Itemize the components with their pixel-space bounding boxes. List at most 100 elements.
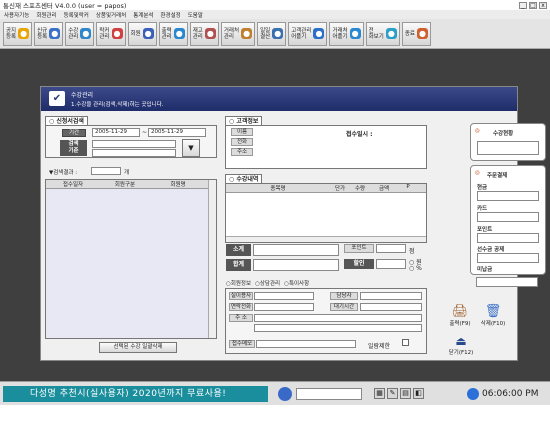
table-header: 접수일자 회원구분 회원명	[46, 180, 216, 189]
col-item-name[interactable]: 종목명	[226, 184, 330, 192]
toolbar-button-3[interactable]: 락커 관리 ●	[96, 21, 126, 46]
toolbar-label: 락커 관리	[99, 27, 110, 40]
member-tabs: ○회원정보 ○상담관리 ○특이사항	[226, 279, 309, 287]
delete-button[interactable]: 🗑 삭제(F10)	[477, 304, 509, 330]
menu-products-vendors[interactable]: 상품및거래처	[96, 11, 126, 19]
job-field[interactable]	[254, 292, 314, 300]
limit-label: 일람제한	[368, 343, 391, 350]
monitor-icon: ●	[80, 28, 92, 39]
toolbar-label: 회원	[130, 30, 141, 37]
printer-icon: 🖨	[451, 304, 469, 319]
subtotal-value	[253, 244, 339, 256]
toolbar-label: 종료	[404, 30, 415, 37]
menu-member-mgmt[interactable]: 회원관리	[36, 11, 56, 19]
clock: 06:06:00 PM	[467, 386, 547, 402]
toolbar-button-4[interactable]: 회원 ●	[127, 21, 157, 46]
date-to-field[interactable]: 2005-11-29	[148, 128, 206, 137]
people-icon: ●	[142, 28, 154, 39]
contact-field[interactable]	[254, 303, 314, 311]
cart-icon: ●	[204, 28, 216, 39]
toolbar-button-7[interactable]: 거래처 관리 ●	[220, 21, 256, 46]
limit-checkbox[interactable]	[402, 339, 409, 346]
search-button[interactable]: ▼	[182, 139, 200, 157]
job-label: 실이용자	[229, 292, 253, 300]
status-panel: ◎ 수강현황	[470, 123, 546, 161]
address-label: 주소	[231, 148, 253, 156]
tab-member-info[interactable]: ○회원정보	[226, 279, 251, 287]
menu-help[interactable]: 도움말	[188, 11, 203, 19]
date-from-field[interactable]: 2005-11-29	[92, 128, 140, 137]
member-address-detail[interactable]	[254, 324, 422, 332]
remaining-field[interactable]	[476, 277, 538, 287]
reception-memo-field[interactable]	[256, 340, 356, 348]
bulk-delete-button[interactable]: 선택된 수강 일괄삭제	[99, 342, 177, 353]
close-label: 닫기(F12)	[448, 350, 474, 356]
col-unit-price[interactable]: 단가	[330, 184, 350, 192]
note-icon[interactable]: ✎	[387, 388, 398, 399]
close-window-button[interactable]: ⏏ 닫기(F12)	[446, 334, 476, 358]
globe-icon[interactable]	[278, 387, 292, 401]
wait-label: 대기시간	[330, 303, 358, 311]
card-field[interactable]	[477, 212, 539, 222]
percent-radio[interactable]: ○ %	[409, 265, 422, 272]
reception-memo-label: 접수메모	[229, 340, 255, 348]
prepay-label: 선수금 공제	[477, 247, 505, 253]
window-header: ✔ 수강관리 1.수강을 관리(검색,삭제)하는 곳입니다.	[41, 87, 517, 111]
menu-register-locker[interactable]: 등록및락커	[64, 11, 89, 19]
points-label: 포인트	[344, 244, 374, 253]
col-member-name[interactable]: 회원명	[150, 180, 206, 188]
menu-user-functions[interactable]: 사용자기능	[4, 11, 29, 19]
toolbar-button-2[interactable]: 수강 관리 ●	[65, 21, 95, 46]
toolbar-button-11[interactable]: 전 화보기 ●	[365, 21, 400, 46]
maximize-button[interactable]: □	[529, 1, 537, 9]
wait-field[interactable]	[360, 303, 422, 311]
search-results-table: 접수일자 회원구분 회원명	[45, 179, 217, 339]
status-value	[477, 141, 539, 155]
course-table-header: 종목명 단가 수량 금액 P	[226, 184, 426, 193]
taskbar-input[interactable]	[296, 388, 362, 400]
manager-field[interactable]	[360, 292, 422, 300]
exit-icon: ●	[416, 28, 428, 39]
toolbar-label: 신규 등록	[37, 27, 48, 40]
close-button[interactable]: x	[539, 1, 547, 9]
cash-field[interactable]	[477, 191, 539, 201]
toolbar-button-6[interactable]: 재고 관리 ●	[189, 21, 219, 46]
card-label: 카드	[477, 206, 488, 212]
criteria-input[interactable]	[92, 149, 176, 157]
points-input[interactable]	[376, 244, 406, 253]
print-button[interactable]: 🖨 출력(F9)	[445, 304, 475, 330]
folder-icon[interactable]: ◧	[413, 388, 424, 399]
toolbar-button-9[interactable]: 고객관리 어플기 ●	[288, 21, 328, 46]
member-address-field[interactable]	[254, 314, 422, 322]
toolbar-button-8[interactable]: 일일 결산 ●	[257, 21, 287, 46]
point-label: 포인트	[477, 227, 493, 233]
prepay-field[interactable]	[477, 253, 539, 263]
toolbar-label: 거래처 어플기	[332, 27, 348, 40]
menu-settings[interactable]: 환경설정	[161, 11, 181, 19]
col-amount[interactable]: 금액	[370, 184, 398, 192]
toolbar-button-5[interactable]: 출력 관리 ●	[158, 21, 188, 46]
clock-time: 06:06:00 PM	[482, 389, 539, 399]
bottom-area	[0, 405, 550, 430]
person-add-icon: ●	[49, 28, 61, 39]
col-member-type[interactable]: 회원구분	[100, 180, 150, 188]
menu-statistics[interactable]: 통계분석	[133, 11, 153, 19]
scrollbar[interactable]	[208, 180, 216, 338]
point-field[interactable]	[477, 233, 539, 243]
horizontal-scrollbar[interactable]	[226, 236, 426, 242]
tab-consultation[interactable]: ○상담관리	[255, 279, 280, 287]
col-p[interactable]: P	[398, 184, 418, 192]
toolbar-button-1[interactable]: 신규 등록 ●	[34, 21, 64, 46]
window-title: 수강관리	[71, 92, 94, 99]
col-quantity[interactable]: 수량	[350, 184, 370, 192]
toolbar-button-12[interactable]: 종료 ●	[401, 21, 431, 46]
col-reception-date[interactable]: 접수일자	[46, 180, 100, 188]
criteria-select[interactable]	[92, 140, 176, 148]
tab-special-notes[interactable]: ○특이사항	[284, 279, 309, 287]
doc-icon[interactable]: ▤	[400, 388, 411, 399]
discount-input[interactable]	[376, 259, 406, 269]
toolbar-button-10[interactable]: 거래처 어플기 ●	[329, 21, 364, 46]
minimize-button[interactable]: _	[519, 1, 527, 9]
toolbar-button-0[interactable]: 공지 등록 ●	[3, 21, 33, 46]
calc-icon[interactable]: ▦	[374, 388, 385, 399]
